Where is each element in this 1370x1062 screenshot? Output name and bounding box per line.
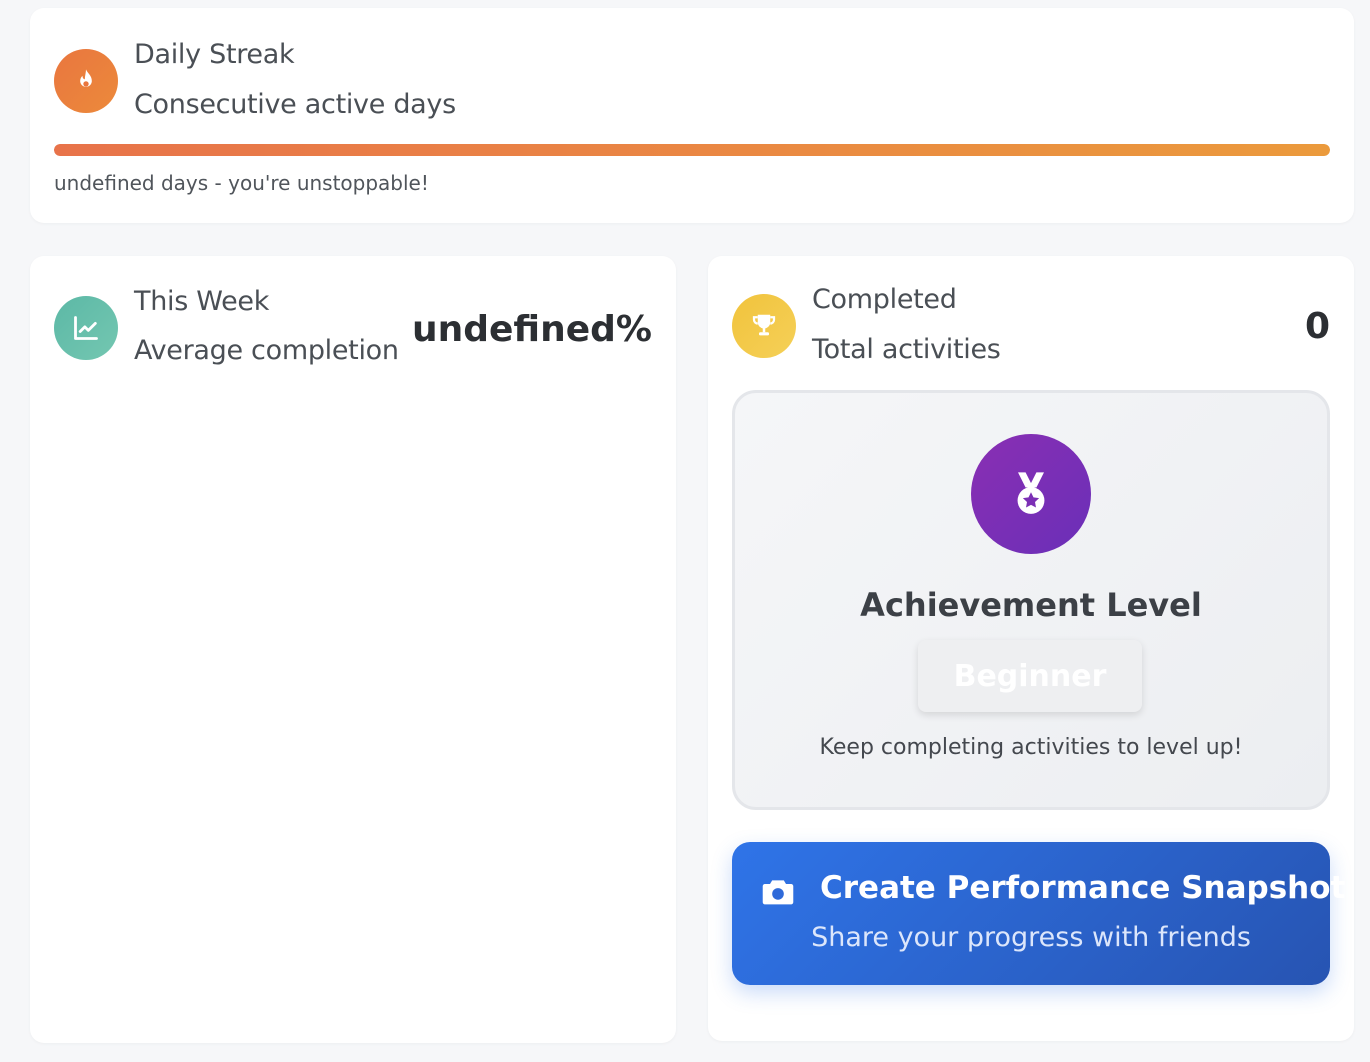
- week-subtitle: Average completion: [134, 335, 399, 366]
- completed-count: 0: [1304, 306, 1330, 347]
- achievement-title: Achievement Level: [860, 586, 1202, 624]
- snapshot-subtitle: Share your progress with friends: [811, 922, 1251, 953]
- level-badge: Beginner: [918, 640, 1142, 712]
- completed-card: Completed Total activities 0 Achievement…: [708, 256, 1354, 1041]
- daily-streak-card: Daily Streak Consecutive active days und…: [30, 8, 1354, 223]
- streak-progress-fill: [54, 144, 1330, 156]
- chart-line-icon: [54, 296, 118, 360]
- medal-icon: [971, 434, 1091, 554]
- streak-title: Daily Streak: [134, 39, 295, 70]
- camera-icon: [760, 876, 796, 912]
- week-title: This Week: [134, 286, 270, 317]
- streak-progress-bar: [54, 144, 1330, 156]
- streak-message: undefined days - you're unstoppable!: [54, 171, 429, 195]
- achievement-panel: Achievement Level Beginner Keep completi…: [732, 390, 1330, 810]
- streak-subtitle: Consecutive active days: [134, 89, 456, 120]
- create-snapshot-button[interactable]: Create Performance Snapshot Share your p…: [732, 842, 1345, 985]
- trophy-icon: [732, 294, 796, 358]
- achievement-message: Keep completing activities to level up!: [819, 735, 1243, 760]
- week-average-value: undefined%: [411, 309, 652, 350]
- flame-icon: [54, 49, 118, 113]
- completed-title: Completed: [812, 284, 957, 315]
- completed-subtitle: Total activities: [812, 334, 1001, 365]
- this-week-card: This Week Average completion undefined%: [30, 256, 676, 1043]
- snapshot-title: Create Performance Snapshot: [820, 870, 1346, 906]
